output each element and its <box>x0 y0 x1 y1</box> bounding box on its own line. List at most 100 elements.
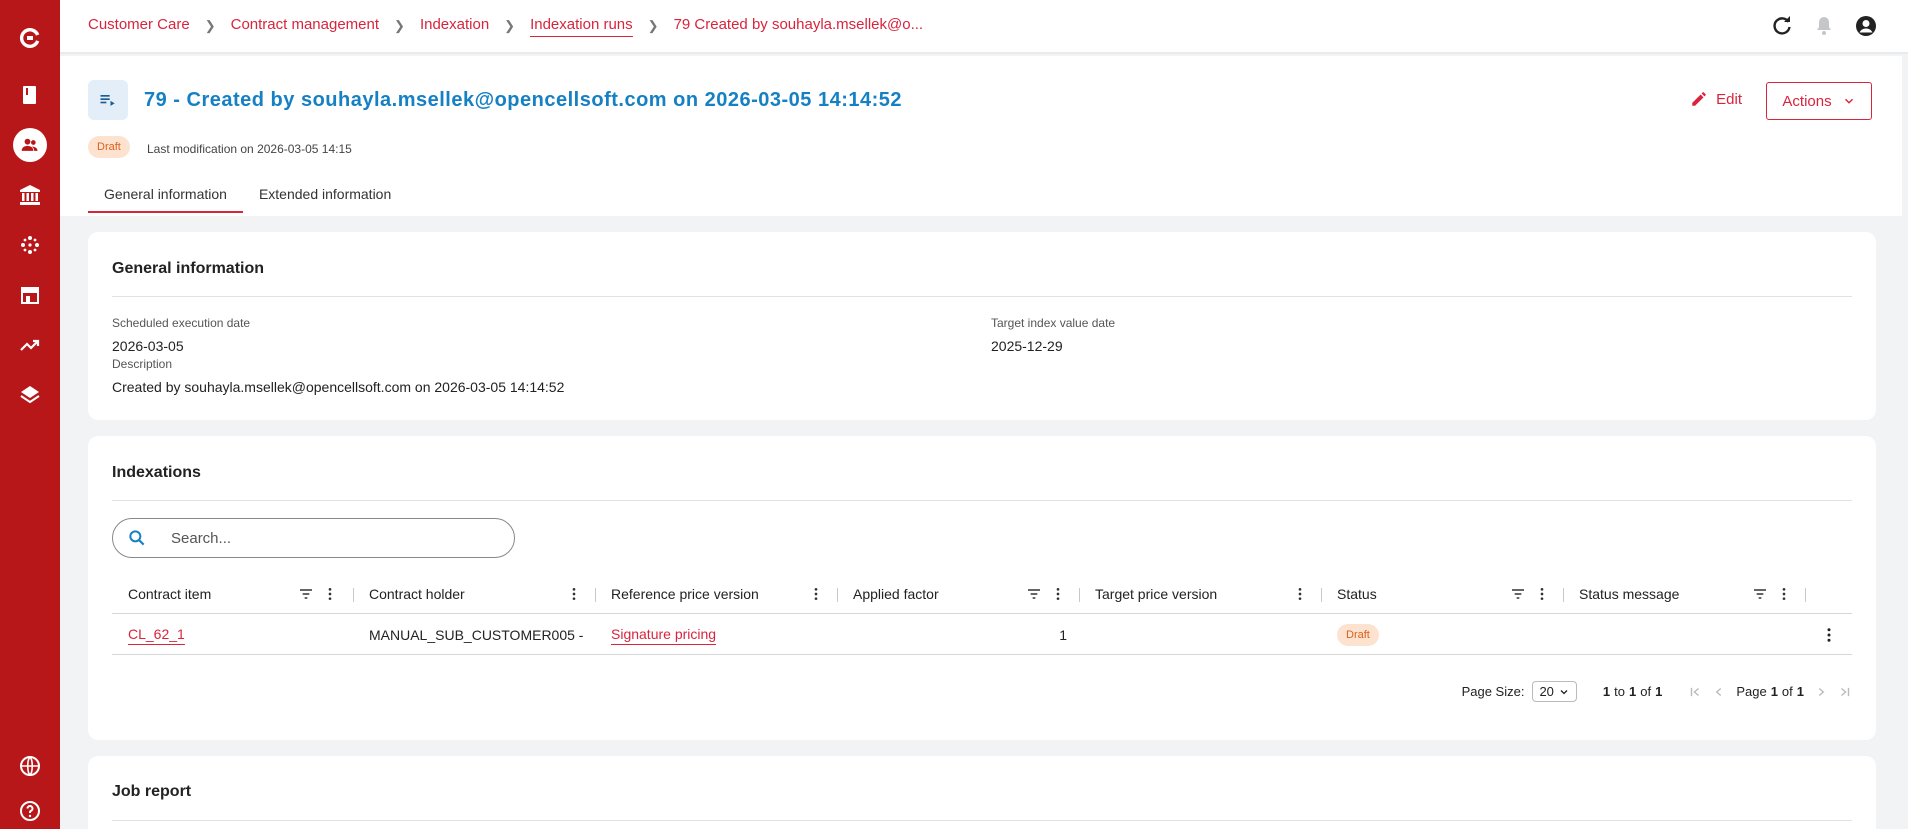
column-header-status-message[interactable]: Status message <box>1579 574 1679 614</box>
column-header-contract-holder[interactable]: Contract holder <box>369 574 465 614</box>
column-separator[interactable] <box>595 588 596 602</box>
page-size-value: 20 <box>1539 684 1554 699</box>
pagination: Page Size: 20 1 to 1 of 1 Page 1 of 1 <box>1462 681 1852 702</box>
next-page-icon[interactable] <box>1814 685 1828 699</box>
trend-icon[interactable] <box>0 325 60 365</box>
column-menu-icon[interactable] <box>566 586 582 602</box>
divider <box>112 296 1852 297</box>
card-title: Indexations <box>112 464 201 481</box>
column-header-status[interactable]: Status <box>1337 574 1377 614</box>
tabs: General information Extended information <box>88 186 407 213</box>
search-input[interactable] <box>171 529 471 547</box>
network-icon[interactable] <box>0 225 60 265</box>
breadcrumb-customer-care[interactable]: Customer Care <box>88 16 190 36</box>
contract-holder-cell: MANUAL_SUB_CUSTOMER005 - <box>369 627 584 643</box>
last-page-icon[interactable] <box>1838 685 1852 699</box>
refresh-icon[interactable] <box>1770 14 1794 38</box>
page-title: 79 - Created by souhayla.msellek@opencel… <box>144 89 903 111</box>
bank-icon[interactable] <box>0 175 60 215</box>
tab-general-information[interactable]: General information <box>88 186 243 213</box>
tab-extended-information[interactable]: Extended information <box>243 186 407 213</box>
chevron-right-icon: ❯ <box>647 18 659 33</box>
range-to: 1 <box>1629 684 1637 699</box>
breadcrumb-indexation[interactable]: Indexation <box>420 16 489 36</box>
filter-icon[interactable] <box>298 586 314 602</box>
globe-icon[interactable] <box>0 746 60 786</box>
column-header-reference-price-version[interactable]: Reference price version <box>611 574 759 614</box>
column-header-applied-factor[interactable]: Applied factor <box>853 574 939 614</box>
range-to-text: to <box>1614 684 1625 699</box>
target-date-value: 2025-12-29 <box>991 338 1063 354</box>
book-icon[interactable] <box>0 75 60 115</box>
row-menu-icon[interactable] <box>1820 626 1838 644</box>
page-total: 1 <box>1796 684 1804 699</box>
card-title: Job report <box>112 783 192 800</box>
previous-page-icon[interactable] <box>1712 685 1726 699</box>
customer-care-icon[interactable] <box>0 125 60 165</box>
card-title: General information <box>112 260 265 277</box>
filter-icon[interactable] <box>1026 586 1042 602</box>
status-badge: Draft <box>1337 624 1379 646</box>
description-label: Description <box>112 357 173 371</box>
pencil-icon <box>1692 92 1706 106</box>
page-size-label: Page Size: <box>1461 684 1525 699</box>
search-icon <box>129 530 145 546</box>
column-separator[interactable] <box>353 588 354 602</box>
actions-button[interactable]: Actions <box>1766 82 1872 120</box>
column-menu-icon[interactable] <box>808 586 824 602</box>
column-separator[interactable] <box>1079 588 1080 602</box>
divider <box>112 500 1852 501</box>
edit-button[interactable]: Edit <box>1690 90 1742 108</box>
page-size-select[interactable]: 20 <box>1532 681 1577 702</box>
last-modification: Last modification on 2026-03-05 14:15 <box>147 142 352 156</box>
search-box[interactable] <box>112 518 515 558</box>
breadcrumb-contract-management[interactable]: Contract management <box>231 16 379 36</box>
help-icon[interactable] <box>0 791 60 829</box>
scheduled-date-label: Scheduled execution date <box>112 316 251 330</box>
column-menu-icon[interactable] <box>1292 586 1308 602</box>
account-icon[interactable] <box>1854 14 1878 38</box>
column-header-target-price-version[interactable]: Target price version <box>1095 574 1217 614</box>
indexations-card: Indexations Contract item Contract holde… <box>88 436 1876 740</box>
column-header-contract-item[interactable]: Contract item <box>128 574 211 614</box>
chevron-right-icon: ❯ <box>394 18 405 33</box>
column-menu-icon[interactable] <box>322 586 338 602</box>
applied-factor-cell: 1 <box>1059 627 1067 643</box>
filter-icon[interactable] <box>1752 586 1768 602</box>
page-label: Page <box>1736 684 1767 699</box>
scheduled-date-value: 2026-03-05 <box>112 338 184 354</box>
table-row[interactable]: CL_62_1 MANUAL_SUB_CUSTOMER005 - Signatu… <box>112 615 1852 655</box>
chevron-right-icon: ❯ <box>204 18 216 33</box>
filter-icon[interactable] <box>1510 586 1526 602</box>
logo-icon[interactable] <box>0 18 60 58</box>
actions-label: Actions <box>1782 92 1832 110</box>
column-separator[interactable] <box>837 588 838 602</box>
column-menu-icon[interactable] <box>1776 586 1792 602</box>
column-menu-icon[interactable] <box>1050 586 1066 602</box>
chevron-right-icon: ❯ <box>504 18 516 33</box>
breadcrumb-current: 79 Created by souhayla.msellek@o... <box>673 16 924 33</box>
sidebar <box>0 0 60 829</box>
store-icon[interactable] <box>0 275 60 315</box>
contract-item-link[interactable]: CL_62_1 <box>128 626 185 645</box>
divider <box>112 820 1852 821</box>
edit-label: Edit <box>1716 90 1742 108</box>
column-separator[interactable] <box>1321 588 1322 602</box>
range-of-text: of <box>1640 684 1652 699</box>
top-bar: Customer Care ❯ Contract management ❯ In… <box>60 0 1908 54</box>
bell-icon[interactable] <box>1812 14 1836 38</box>
breadcrumb-indexation-runs[interactable]: Indexation runs <box>530 16 633 37</box>
page-header: 79 - Created by souhayla.msellek@opencel… <box>60 56 1902 216</box>
chevron-down-icon <box>1560 689 1568 694</box>
page-number: 1 <box>1770 684 1778 699</box>
column-separator[interactable] <box>1805 588 1806 602</box>
reference-price-version-link[interactable]: Signature pricing <box>611 626 717 645</box>
layers-icon[interactable] <box>0 375 60 415</box>
chevron-down-icon <box>1844 98 1853 104</box>
column-separator[interactable] <box>1563 588 1564 602</box>
column-menu-icon[interactable] <box>1534 586 1550 602</box>
first-page-icon[interactable] <box>1688 685 1702 699</box>
range-from: 1 <box>1602 684 1611 699</box>
status-badge: Draft <box>88 136 130 158</box>
range-total: 1 <box>1655 684 1663 699</box>
